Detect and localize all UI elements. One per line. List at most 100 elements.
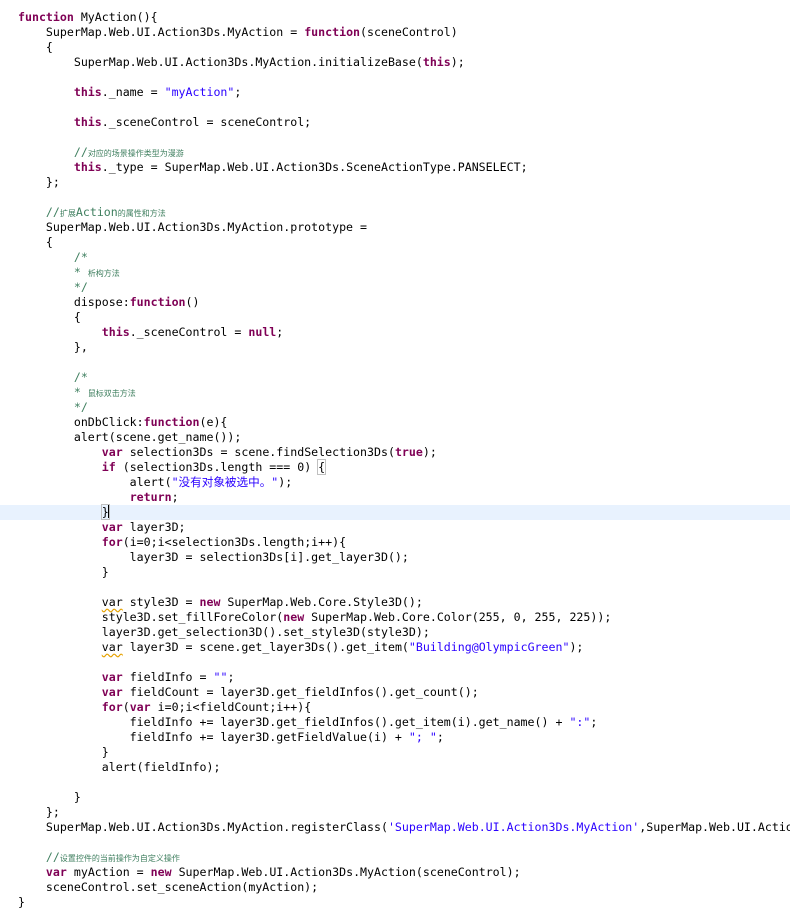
code-line[interactable] (0, 775, 790, 790)
comment-token: */ (73, 280, 88, 294)
code-line[interactable]: SuperMap.Web.UI.Action3Ds.MyAction.proto… (0, 220, 790, 235)
code-line[interactable] (0, 835, 790, 850)
code-line[interactable]: SuperMap.Web.UI.Action3Ds.MyAction.regis… (0, 820, 790, 835)
code-line-text: SuperMap.Web.UI.Action3Ds.MyAction.initi… (18, 55, 465, 70)
code-line[interactable] (0, 355, 790, 370)
code-token: ); (278, 475, 293, 489)
code-line[interactable]: } (0, 790, 790, 805)
code-line-text: }; (18, 805, 60, 820)
code-token: SuperMap.Web.UI.Action3Ds.MyAction.regis… (18, 820, 388, 834)
keyword-token: function (129, 295, 186, 309)
code-line[interactable]: return; (0, 490, 790, 505)
code-token: ); (450, 55, 465, 69)
keyword-token: for (101, 700, 123, 714)
code-line[interactable]: if (selection3Ds.length === 0) { (0, 459, 790, 475)
code-line[interactable]: for(var i=0;i<fieldCount;i++){ (0, 700, 790, 715)
code-line[interactable] (0, 70, 790, 85)
code-token: SuperMap.Web.UI.Action3Ds.MyAction.initi… (18, 55, 423, 69)
code-line[interactable]: */ (0, 400, 790, 415)
code-token: fieldCount = layer3D.get_fieldInfos().ge… (122, 685, 479, 699)
code-line[interactable]: fieldInfo += layer3D.get_fieldInfos().ge… (0, 715, 790, 730)
code-line[interactable]: }, (0, 340, 790, 355)
code-line[interactable]: { (0, 235, 790, 250)
code-line[interactable]: this._sceneControl = sceneControl; (0, 115, 790, 130)
code-line[interactable]: this._type = SuperMap.Web.UI.Action3Ds.S… (0, 160, 790, 175)
code-line[interactable]: var myAction = new SuperMap.Web.UI.Actio… (0, 865, 790, 880)
code-line[interactable]: }; (0, 175, 790, 190)
code-line[interactable]: */ (0, 280, 790, 295)
code-line[interactable]: alert("没有对象被选中。"); (0, 475, 790, 490)
code-line-text: sceneControl.set_sceneAction(myAction); (18, 880, 318, 895)
comment-token: // (45, 850, 60, 864)
code-line-text: } (18, 745, 109, 760)
string-token: "; " (408, 730, 437, 744)
keyword-token: null (248, 325, 277, 339)
code-line[interactable]: this._sceneControl = null; (0, 325, 790, 340)
code-line[interactable]: SuperMap.Web.UI.Action3Ds.MyAction = fun… (0, 25, 790, 40)
code-line[interactable]: layer3D = selection3Ds[i].get_layer3D(); (0, 550, 790, 565)
code-line[interactable]: for(i=0;i<selection3Ds.length;i++){ (0, 535, 790, 550)
code-line[interactable]: style3D.set_fillForeColor(new SuperMap.W… (0, 610, 790, 625)
code-line-text: */ (18, 400, 88, 415)
code-line[interactable]: * 鼠标双击方法 (0, 385, 790, 400)
comment-text: 析构方法 (87, 269, 120, 278)
code-line[interactable]: var layer3D = scene.get_layer3Ds().get_i… (0, 640, 790, 655)
code-line[interactable]: /* (0, 250, 790, 265)
code-line-text: }; (18, 175, 60, 190)
code-token: { (18, 40, 53, 54)
code-line[interactable]: alert(fieldInfo); (0, 760, 790, 775)
code-line[interactable]: } (0, 565, 790, 580)
code-line[interactable]: /* (0, 370, 790, 385)
code-line[interactable] (0, 190, 790, 205)
code-line-text: for(var i=0;i<fieldCount;i++){ (18, 700, 311, 715)
code-line-text: layer3D = selection3Ds[i].get_layer3D(); (18, 550, 409, 565)
code-line[interactable]: function MyAction(){ (0, 10, 790, 25)
code-line[interactable]: this._name = "myAction"; (0, 85, 790, 100)
code-token: selection3Ds = scene.findSelection3Ds( (122, 445, 395, 459)
comment-token: /* (73, 370, 88, 384)
code-line[interactable]: }; (0, 805, 790, 820)
comment-token: // (45, 205, 60, 219)
comment-text: 的属性和方法 (117, 209, 166, 218)
keyword-token: function (143, 415, 200, 429)
code-line[interactable]: dispose:function() (0, 295, 790, 310)
code-line[interactable]: var fieldInfo = ""; (0, 670, 790, 685)
code-line[interactable]: } (0, 745, 790, 760)
code-line[interactable] (0, 655, 790, 670)
code-editor[interactable]: function MyAction(){ SuperMap.Web.UI.Act… (0, 0, 790, 912)
code-line[interactable]: //设置控件的当前操作为自定义操作 (0, 850, 790, 865)
code-line[interactable]: var fieldCount = layer3D.get_fieldInfos(… (0, 685, 790, 700)
code-line[interactable]: { (0, 310, 790, 325)
code-line-text: { (18, 40, 53, 55)
code-line[interactable]: layer3D.get_selection3D().set_style3D(st… (0, 625, 790, 640)
code-line-text: //扩展Action的属性和方法 (18, 205, 166, 221)
code-line[interactable]: onDbClick:function(e){ (0, 415, 790, 430)
code-line[interactable]: alert(scene.get_name()); (0, 430, 790, 445)
code-line[interactable] (0, 580, 790, 595)
code-line-text: var fieldInfo = ""; (18, 670, 235, 685)
code-token: layer3D.get_selection3D().set_style3D(st… (18, 625, 430, 639)
code-line[interactable]: var style3D = new SuperMap.Web.Core.Styl… (0, 595, 790, 610)
code-line[interactable]: sceneControl.set_sceneAction(myAction); (0, 880, 790, 895)
code-line[interactable]: { (0, 40, 790, 55)
code-line[interactable]: } (0, 504, 790, 520)
code-line[interactable]: //扩展Action的属性和方法 (0, 205, 790, 220)
code-line[interactable]: //对应的场景操作类型为漫游 (0, 145, 790, 160)
code-line[interactable]: var layer3D; (0, 520, 790, 535)
code-token: MyAction(){ (73, 10, 158, 24)
code-line[interactable]: fieldInfo += layer3D.getFieldValue(i) + … (0, 730, 790, 745)
code-line[interactable]: var selection3Ds = scene.findSelection3D… (0, 445, 790, 460)
code-line[interactable] (0, 100, 790, 115)
code-line[interactable] (0, 130, 790, 145)
keyword-token: var (101, 520, 123, 534)
text-cursor (107, 505, 109, 518)
code-line[interactable]: SuperMap.Web.UI.Action3Ds.MyAction.initi… (0, 55, 790, 70)
code-line[interactable]: } (0, 895, 790, 910)
code-line[interactable]: * 析构方法 (0, 265, 790, 280)
code-token: fieldInfo += layer3D.get_fieldInfos().ge… (18, 715, 570, 729)
